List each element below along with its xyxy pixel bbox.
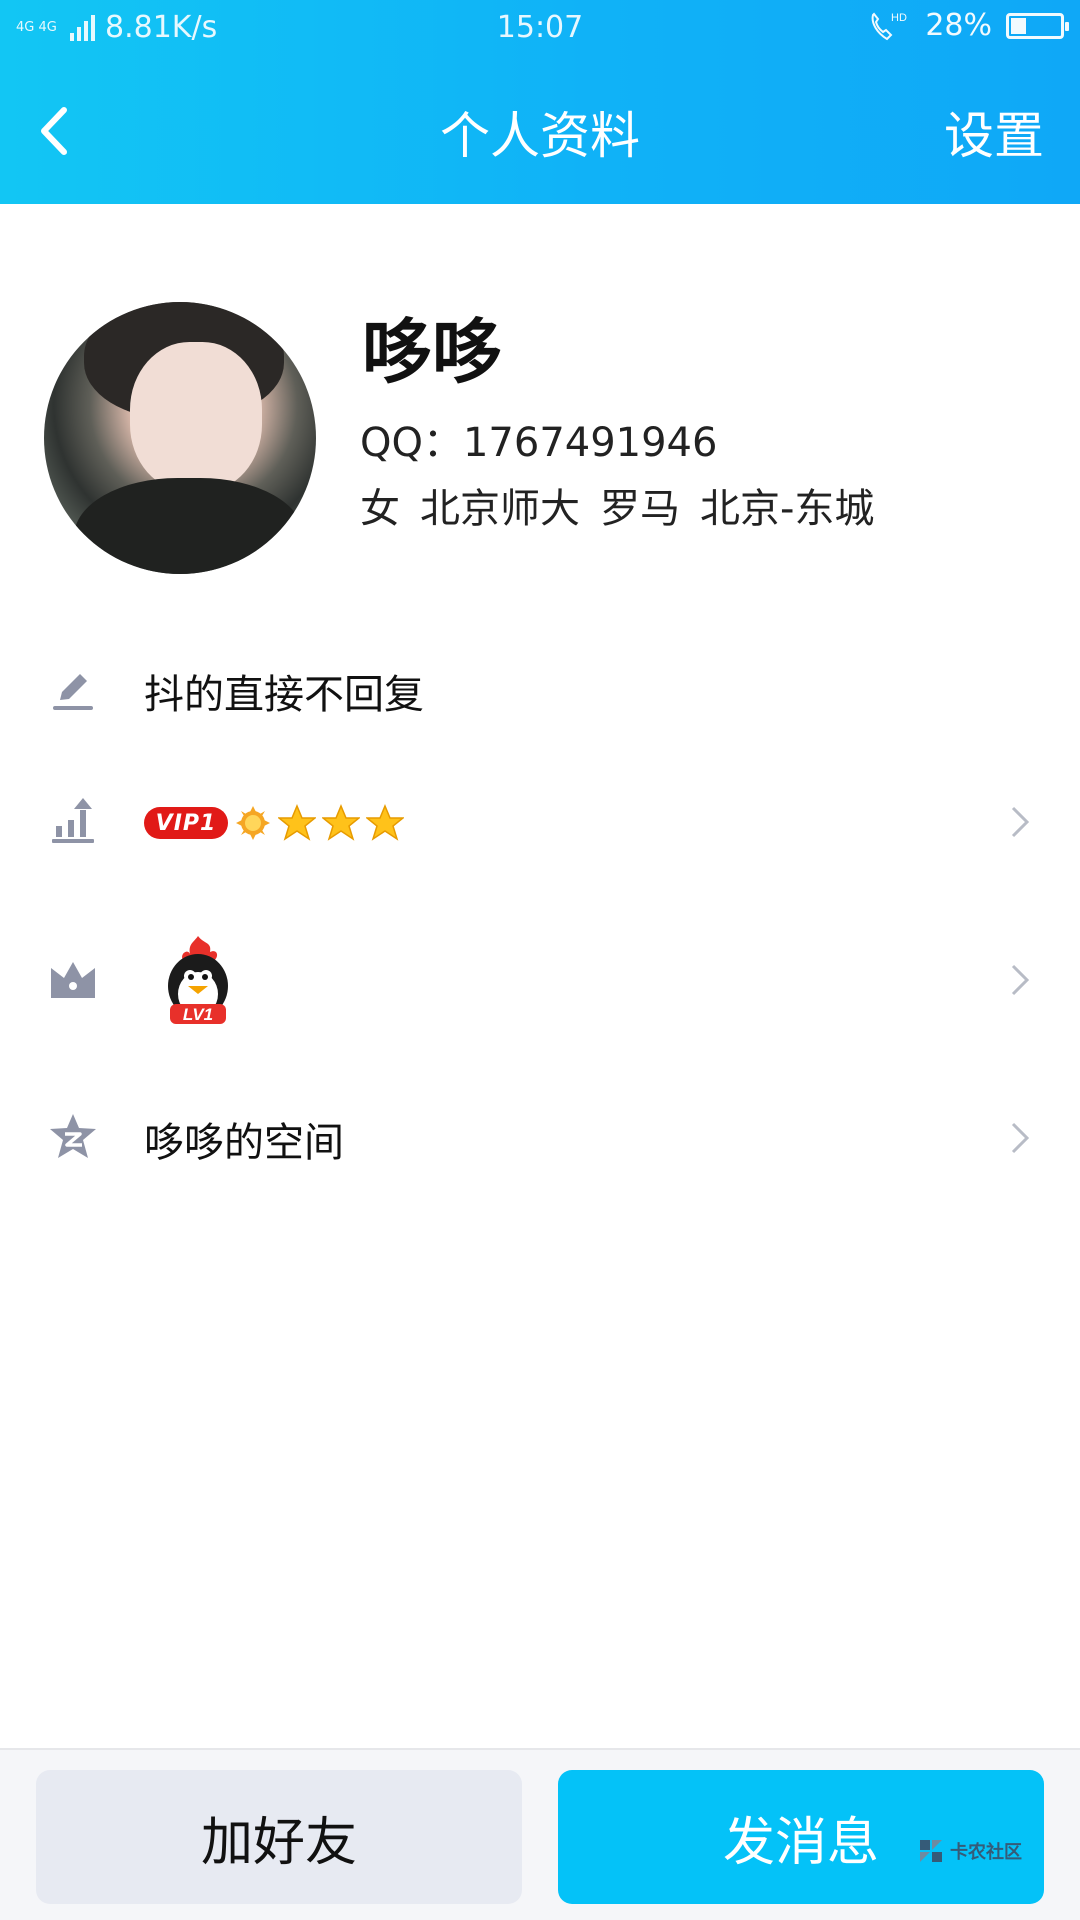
- profile-name: 哆哆: [362, 311, 502, 393]
- pet-row[interactable]: LV1: [0, 914, 1080, 1044]
- vip-level: VIP1: [144, 804, 404, 842]
- action-bar: 加好友 发消息 卡农社区: [0, 1748, 1080, 1920]
- signature-text: 抖的直接不回复: [144, 672, 424, 718]
- pencil-icon: [53, 674, 93, 710]
- watermark: 卡农社区: [916, 1836, 1022, 1866]
- space-row[interactable]: 哆哆的空间: [0, 1072, 1080, 1202]
- level-up-chart-icon: [52, 798, 94, 843]
- watermark-text: 卡农社区: [950, 1842, 1022, 1863]
- status-bar: 4G 4G 8.81K/s 15:07 HD 28%: [0, 0, 1080, 58]
- star-icon: [366, 804, 404, 841]
- signature-row[interactable]: 抖的直接不回复: [0, 624, 1080, 754]
- battery-fill: [1011, 17, 1026, 34]
- page-title: 个人资料: [440, 107, 640, 165]
- hd-call-icon: HD: [871, 12, 907, 40]
- avatar[interactable]: [44, 302, 316, 574]
- profile-card: 哆哆 QQ：1767491946 女 北京师大 罗马 北京-东城: [0, 204, 1080, 614]
- chevron-right-icon: [1011, 806, 1030, 838]
- settings-button[interactable]: 设置: [944, 96, 1044, 168]
- battery-icon: [1006, 12, 1069, 39]
- battery-percent: 28%: [925, 8, 992, 43]
- app-header: 4G 4G 8.81K/s 15:07 HD 28% 个人资料 设置: [0, 0, 1080, 204]
- chevron-right-icon: [1011, 964, 1030, 996]
- profile-school: 北京师大: [420, 486, 580, 532]
- hd-label: HD: [891, 12, 907, 24]
- chevron-right-icon: [1011, 1122, 1030, 1154]
- qq-number: QQ：1767491946: [360, 420, 718, 466]
- star-icon: [278, 804, 316, 841]
- penguin-icon: LV1: [168, 936, 228, 1024]
- penguin-level: LV1: [183, 1005, 213, 1024]
- profile-gender: 女: [360, 486, 400, 532]
- profile-constellation: 罗马: [600, 486, 680, 532]
- sun-icon: [236, 806, 270, 840]
- qzone-star-icon: [50, 1114, 96, 1158]
- vip-badge: VIP1: [144, 807, 228, 839]
- star-icon: [322, 804, 360, 841]
- watermark-logo-icon: [920, 1840, 942, 1862]
- vip-row[interactable]: VIP1: [0, 756, 1080, 886]
- crown-icon: [51, 962, 95, 998]
- send-message-label: 发消息: [722, 1812, 879, 1873]
- space-text: 哆哆的空间: [144, 1120, 344, 1166]
- profile-info: 女 北京师大 罗马 北京-东城: [360, 476, 874, 534]
- profile-location: 北京-东城: [700, 486, 875, 532]
- status-right: HD 28%: [867, 8, 1069, 43]
- add-friend-button[interactable]: 加好友: [36, 1770, 522, 1904]
- nav-bar: 个人资料 设置: [0, 86, 1080, 176]
